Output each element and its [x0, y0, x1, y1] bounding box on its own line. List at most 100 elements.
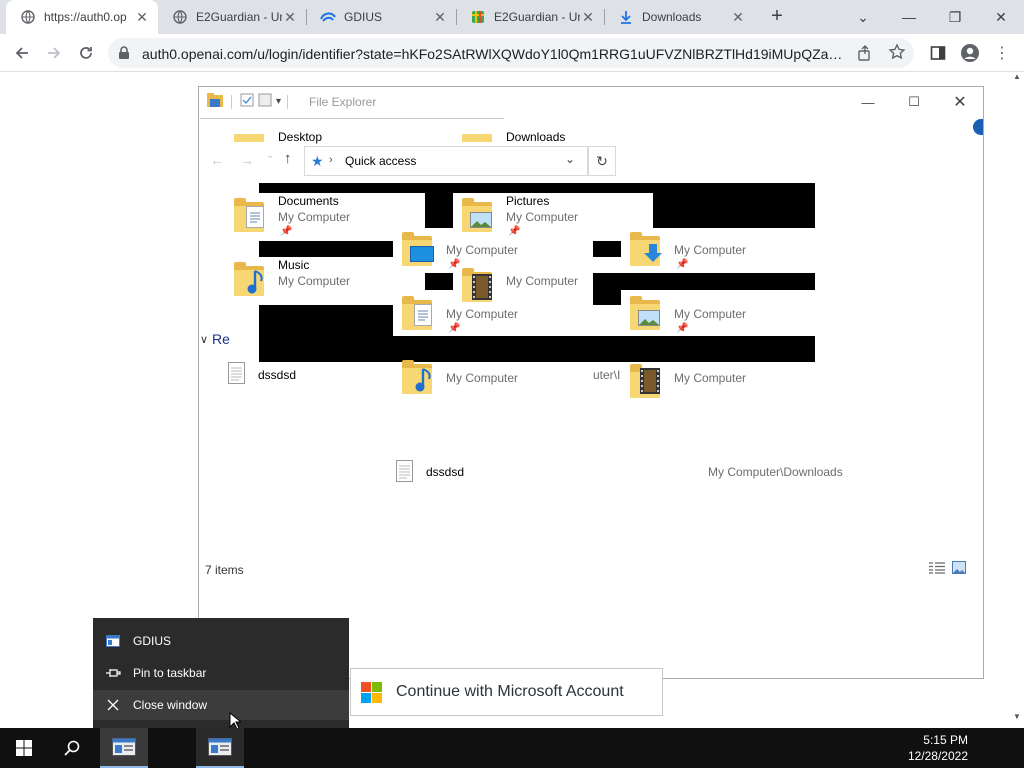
- explorer-maximize-button[interactable]: ☐: [891, 87, 937, 117]
- close-icon[interactable]: ✕: [432, 9, 448, 25]
- videos-folder-icon: [460, 268, 496, 302]
- documents-folder-icon: [232, 198, 268, 232]
- close-icon[interactable]: ✕: [134, 9, 150, 25]
- address-bar[interactable]: auth0.openai.com/u/login/identifier?stat…: [108, 38, 914, 68]
- search-button[interactable]: [48, 728, 96, 768]
- close-window-item[interactable]: Close window: [93, 690, 349, 720]
- pin-to-taskbar-label: Pin to taskbar: [133, 666, 207, 680]
- explorer-address-bar[interactable]: ★ › Quick access ⌄: [304, 146, 588, 176]
- recent-locations-icon[interactable]: ⌄: [266, 150, 274, 161]
- minimize-button[interactable]: —: [886, 0, 932, 34]
- app-window-icon: [112, 738, 136, 756]
- refresh-icon[interactable]: ↻: [588, 146, 616, 176]
- recent-file-name[interactable]: dssdsd: [258, 368, 296, 382]
- pictures-folder-icon: [460, 198, 496, 232]
- download-icon: [618, 9, 634, 25]
- recent-file-path: My Computer\Downloads: [708, 465, 843, 479]
- chevron-down-icon[interactable]: ⌄: [565, 152, 575, 166]
- tab-e2guardian-1[interactable]: E2Guardian - Ur ✕: [158, 0, 306, 34]
- recent-files-header[interactable]: Re: [212, 331, 230, 347]
- videos-location: My Computer: [674, 371, 747, 385]
- back-button[interactable]: [8, 39, 36, 67]
- new-folder-icon[interactable]: [258, 93, 272, 110]
- address-text: Quick access: [345, 154, 417, 168]
- nav-back-icon[interactable]: ←: [210, 152, 224, 168]
- downloads-label[interactable]: Downloads: [506, 130, 565, 144]
- clock-date: 12/28/2022: [907, 749, 968, 763]
- app-window-icon: [208, 738, 232, 756]
- customize-toolbar-icon[interactable]: ▾: [276, 96, 281, 107]
- gdius-window-icon: [93, 635, 133, 647]
- explorer-close-button[interactable]: ✕: [937, 87, 983, 117]
- globe-icon: [20, 9, 36, 25]
- reload-button[interactable]: [72, 39, 100, 67]
- star-icon: ★: [311, 153, 324, 169]
- side-panel-icon[interactable]: [924, 39, 952, 67]
- chevron-down-icon[interactable]: ∨: [200, 333, 208, 346]
- jump-list-app-gdius[interactable]: GDIUS: [93, 626, 349, 656]
- pin-icon: 📌: [448, 259, 461, 270]
- share-icon[interactable]: [856, 44, 874, 65]
- scroll-down-icon[interactable]: ▼: [1013, 712, 1021, 721]
- chevron-right-icon: ›: [329, 154, 333, 166]
- tab-title: Downloads: [642, 10, 702, 24]
- lock-icon[interactable]: [118, 46, 130, 63]
- downloads-folder-icon: [460, 128, 496, 142]
- divider: [231, 94, 232, 109]
- tab-gdius[interactable]: GDIUS ✕: [306, 0, 456, 34]
- nav-up-icon[interactable]: ↑: [284, 150, 292, 167]
- start-button[interactable]: [0, 728, 48, 768]
- documents-folder-icon: [400, 296, 436, 330]
- glitch-block: [593, 336, 815, 362]
- taskbar-app-window[interactable]: [196, 728, 244, 768]
- tab-auth0[interactable]: https://auth0.op ✕: [6, 0, 158, 34]
- downloads-location: My Computer: [674, 243, 747, 257]
- restore-button[interactable]: ❐: [932, 0, 978, 34]
- profile-avatar-icon[interactable]: [956, 39, 984, 67]
- close-window-button[interactable]: ✕: [978, 0, 1024, 34]
- desktop-location: My Computer: [446, 243, 519, 257]
- desktop-folder-icon: [232, 128, 268, 142]
- videos-folder-icon: [628, 364, 664, 398]
- taskbar-clock[interactable]: 5:15 PM 12/28/2022: [908, 732, 968, 764]
- desktop-label[interactable]: Desktop: [278, 130, 322, 144]
- explorer-title: File Explorer: [309, 95, 377, 109]
- new-tab-button[interactable]: +: [766, 6, 788, 28]
- glitch-block: [593, 241, 621, 257]
- music-folder-icon: [232, 262, 268, 296]
- explorer-minimize-button[interactable]: —: [845, 87, 891, 117]
- browser-toolbar: auth0.openai.com/u/login/identifier?stat…: [0, 34, 1024, 72]
- tab-e2guardian-2[interactable]: E2Guardian - Ur ✕: [456, 0, 604, 34]
- music-location: My Computer: [446, 371, 519, 385]
- music-location: My Computer: [278, 274, 351, 288]
- large-icons-view-icon[interactable]: [952, 561, 966, 577]
- details-view-icon[interactable]: [929, 562, 945, 577]
- continue-microsoft-button[interactable]: Continue with Microsoft Account: [350, 668, 663, 716]
- tab-title: GDIUS: [344, 10, 383, 24]
- documents-label: Documents: [278, 194, 339, 208]
- taskbar-app-gdius[interactable]: [100, 728, 148, 768]
- file-icon: [228, 362, 245, 384]
- page-scrollbar[interactable]: ▲ ▼: [1010, 72, 1024, 728]
- microsoft-logo-icon: [361, 681, 382, 703]
- pictures-folder-icon: [628, 296, 664, 330]
- properties-icon[interactable]: [240, 93, 254, 110]
- recent-file-name[interactable]: dssdsd: [426, 465, 464, 479]
- browser-tab-strip: https://auth0.op ✕ E2Guardian - Ur ✕ GDI…: [0, 0, 1024, 34]
- tab-search-icon[interactable]: ⌄: [840, 0, 886, 34]
- bookmark-star-icon[interactable]: [888, 43, 906, 64]
- pin-to-taskbar-item[interactable]: Pin to taskbar: [93, 658, 349, 688]
- quick-access-toolbar: ▾: [207, 93, 290, 110]
- downloads-folder-icon: [628, 232, 664, 266]
- close-icon[interactable]: ✕: [580, 9, 596, 25]
- scroll-up-icon[interactable]: ▲: [1013, 72, 1021, 81]
- close-icon[interactable]: ✕: [730, 9, 746, 25]
- pin-icon: 📌: [676, 323, 689, 334]
- forward-button[interactable]: [40, 39, 68, 67]
- glitch-block: [259, 305, 393, 362]
- nav-forward-icon[interactable]: →: [240, 152, 254, 168]
- tab-downloads[interactable]: Downloads ✕: [604, 0, 754, 34]
- close-icon[interactable]: ✕: [282, 9, 298, 25]
- more-menu-icon[interactable]: ⋮: [988, 39, 1016, 67]
- pin-icon: [93, 667, 133, 679]
